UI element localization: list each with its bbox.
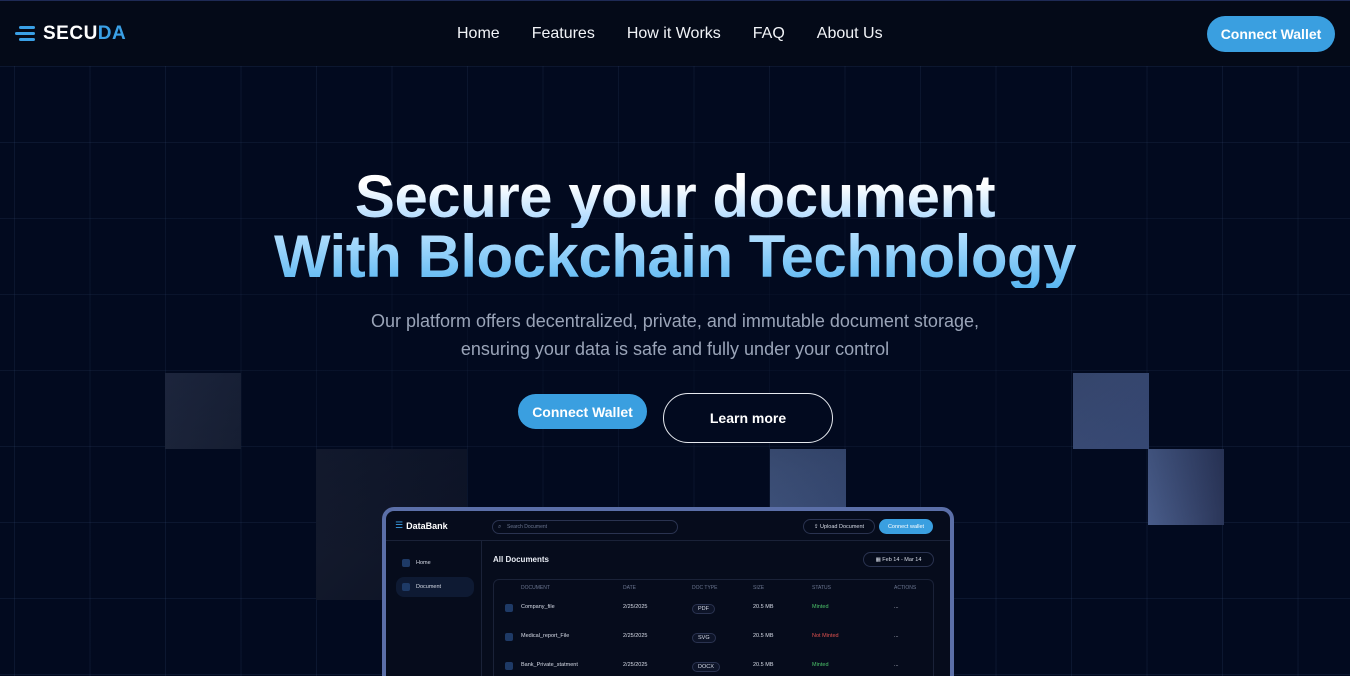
status-badge: Minted	[812, 662, 829, 668]
more-actions-button[interactable]: ...	[894, 662, 899, 668]
nav-link-about-us[interactable]: About Us	[817, 25, 883, 43]
app-preview-mockup: ☰ DataBank ⌕ Search Document ⇪ Upload Docu…	[382, 507, 954, 676]
date-range-filter[interactable]: ▦ Feb 14 - Mar 14	[863, 552, 934, 567]
mockup-topbar: ☰ DataBank ⌕ Search Document ⇪ Upload Docu…	[386, 511, 950, 541]
column-header: ACTIONS	[894, 585, 917, 591]
column-header: DOCUMENT	[521, 585, 550, 591]
logo-icon: ☰	[395, 520, 404, 530]
nav-links: Home Features How it Works FAQ About Us	[457, 25, 883, 43]
nav-link-faq[interactable]: FAQ	[753, 25, 785, 43]
all-documents-title: All Documents	[493, 555, 550, 564]
file-icon	[505, 604, 513, 612]
brand-logo[interactable]: SECUDA	[15, 23, 126, 45]
column-header: STATUS	[812, 585, 831, 591]
document-icon	[402, 583, 410, 591]
hero-subtitle-line1: Our platform offers decentralized, priva…	[371, 311, 979, 331]
brand-name: SECUDA	[43, 23, 127, 44]
grid-tile	[165, 373, 241, 449]
more-actions-button[interactable]: ...	[894, 604, 899, 610]
nav-link-how-it-works[interactable]: How it Works	[627, 25, 721, 43]
grid-tile	[770, 449, 846, 509]
home-icon	[402, 559, 410, 567]
top-navbar: SECUDA Home Features How it Works FAQ Ab…	[0, 0, 1350, 66]
file-icon	[505, 633, 513, 641]
status-badge: Not Minted	[812, 633, 839, 639]
mockup-sidebar: Home Document	[386, 541, 482, 676]
doc-type-badge: DOCX	[692, 662, 720, 672]
column-header: SIZE	[753, 585, 765, 591]
logo-icon	[15, 24, 37, 44]
connect-wallet-button[interactable]: Connect Wallet	[1207, 16, 1335, 52]
learn-more-button[interactable]: Learn more	[663, 393, 833, 443]
mockup-search-input[interactable]: ⌕ Search Document	[492, 520, 678, 534]
mockup-logo: ☰ DataBank	[395, 520, 448, 531]
calendar-icon: ▦	[875, 556, 883, 563]
column-header: DOC TYPE	[692, 585, 718, 591]
documents-table: DOCUMENT DATE DOC TYPE SIZE STATUS ACTIO…	[493, 579, 934, 676]
more-actions-button[interactable]: ...	[894, 633, 899, 639]
column-header: DATE	[623, 585, 636, 591]
doc-type-badge: PDF	[692, 604, 715, 614]
hero-subtitle-line2: ensuring your data is safe and fully und…	[460, 339, 890, 359]
doc-type-badge: SVG	[692, 633, 716, 643]
mockup-connect-wallet-button[interactable]: Connect wallet	[879, 519, 933, 534]
grid-tile	[1073, 373, 1149, 449]
nav-link-home[interactable]: Home	[457, 25, 500, 43]
search-icon: ⌕	[498, 524, 502, 530]
upload-document-button[interactable]: ⇪ Upload Document	[803, 519, 875, 534]
sidebar-item-document[interactable]: Document	[396, 577, 474, 597]
grid-tile	[1148, 449, 1224, 525]
status-badge: Minted	[812, 604, 829, 610]
hero-title-line1: Secure your document	[0, 166, 1350, 228]
file-icon	[505, 662, 513, 670]
hero-title-line2: With Blockchain Technology	[0, 226, 1350, 288]
sidebar-item-home[interactable]: Home	[396, 553, 474, 573]
nav-link-features[interactable]: Features	[532, 25, 595, 43]
hero-connect-wallet-button[interactable]: Connect Wallet	[518, 394, 647, 429]
